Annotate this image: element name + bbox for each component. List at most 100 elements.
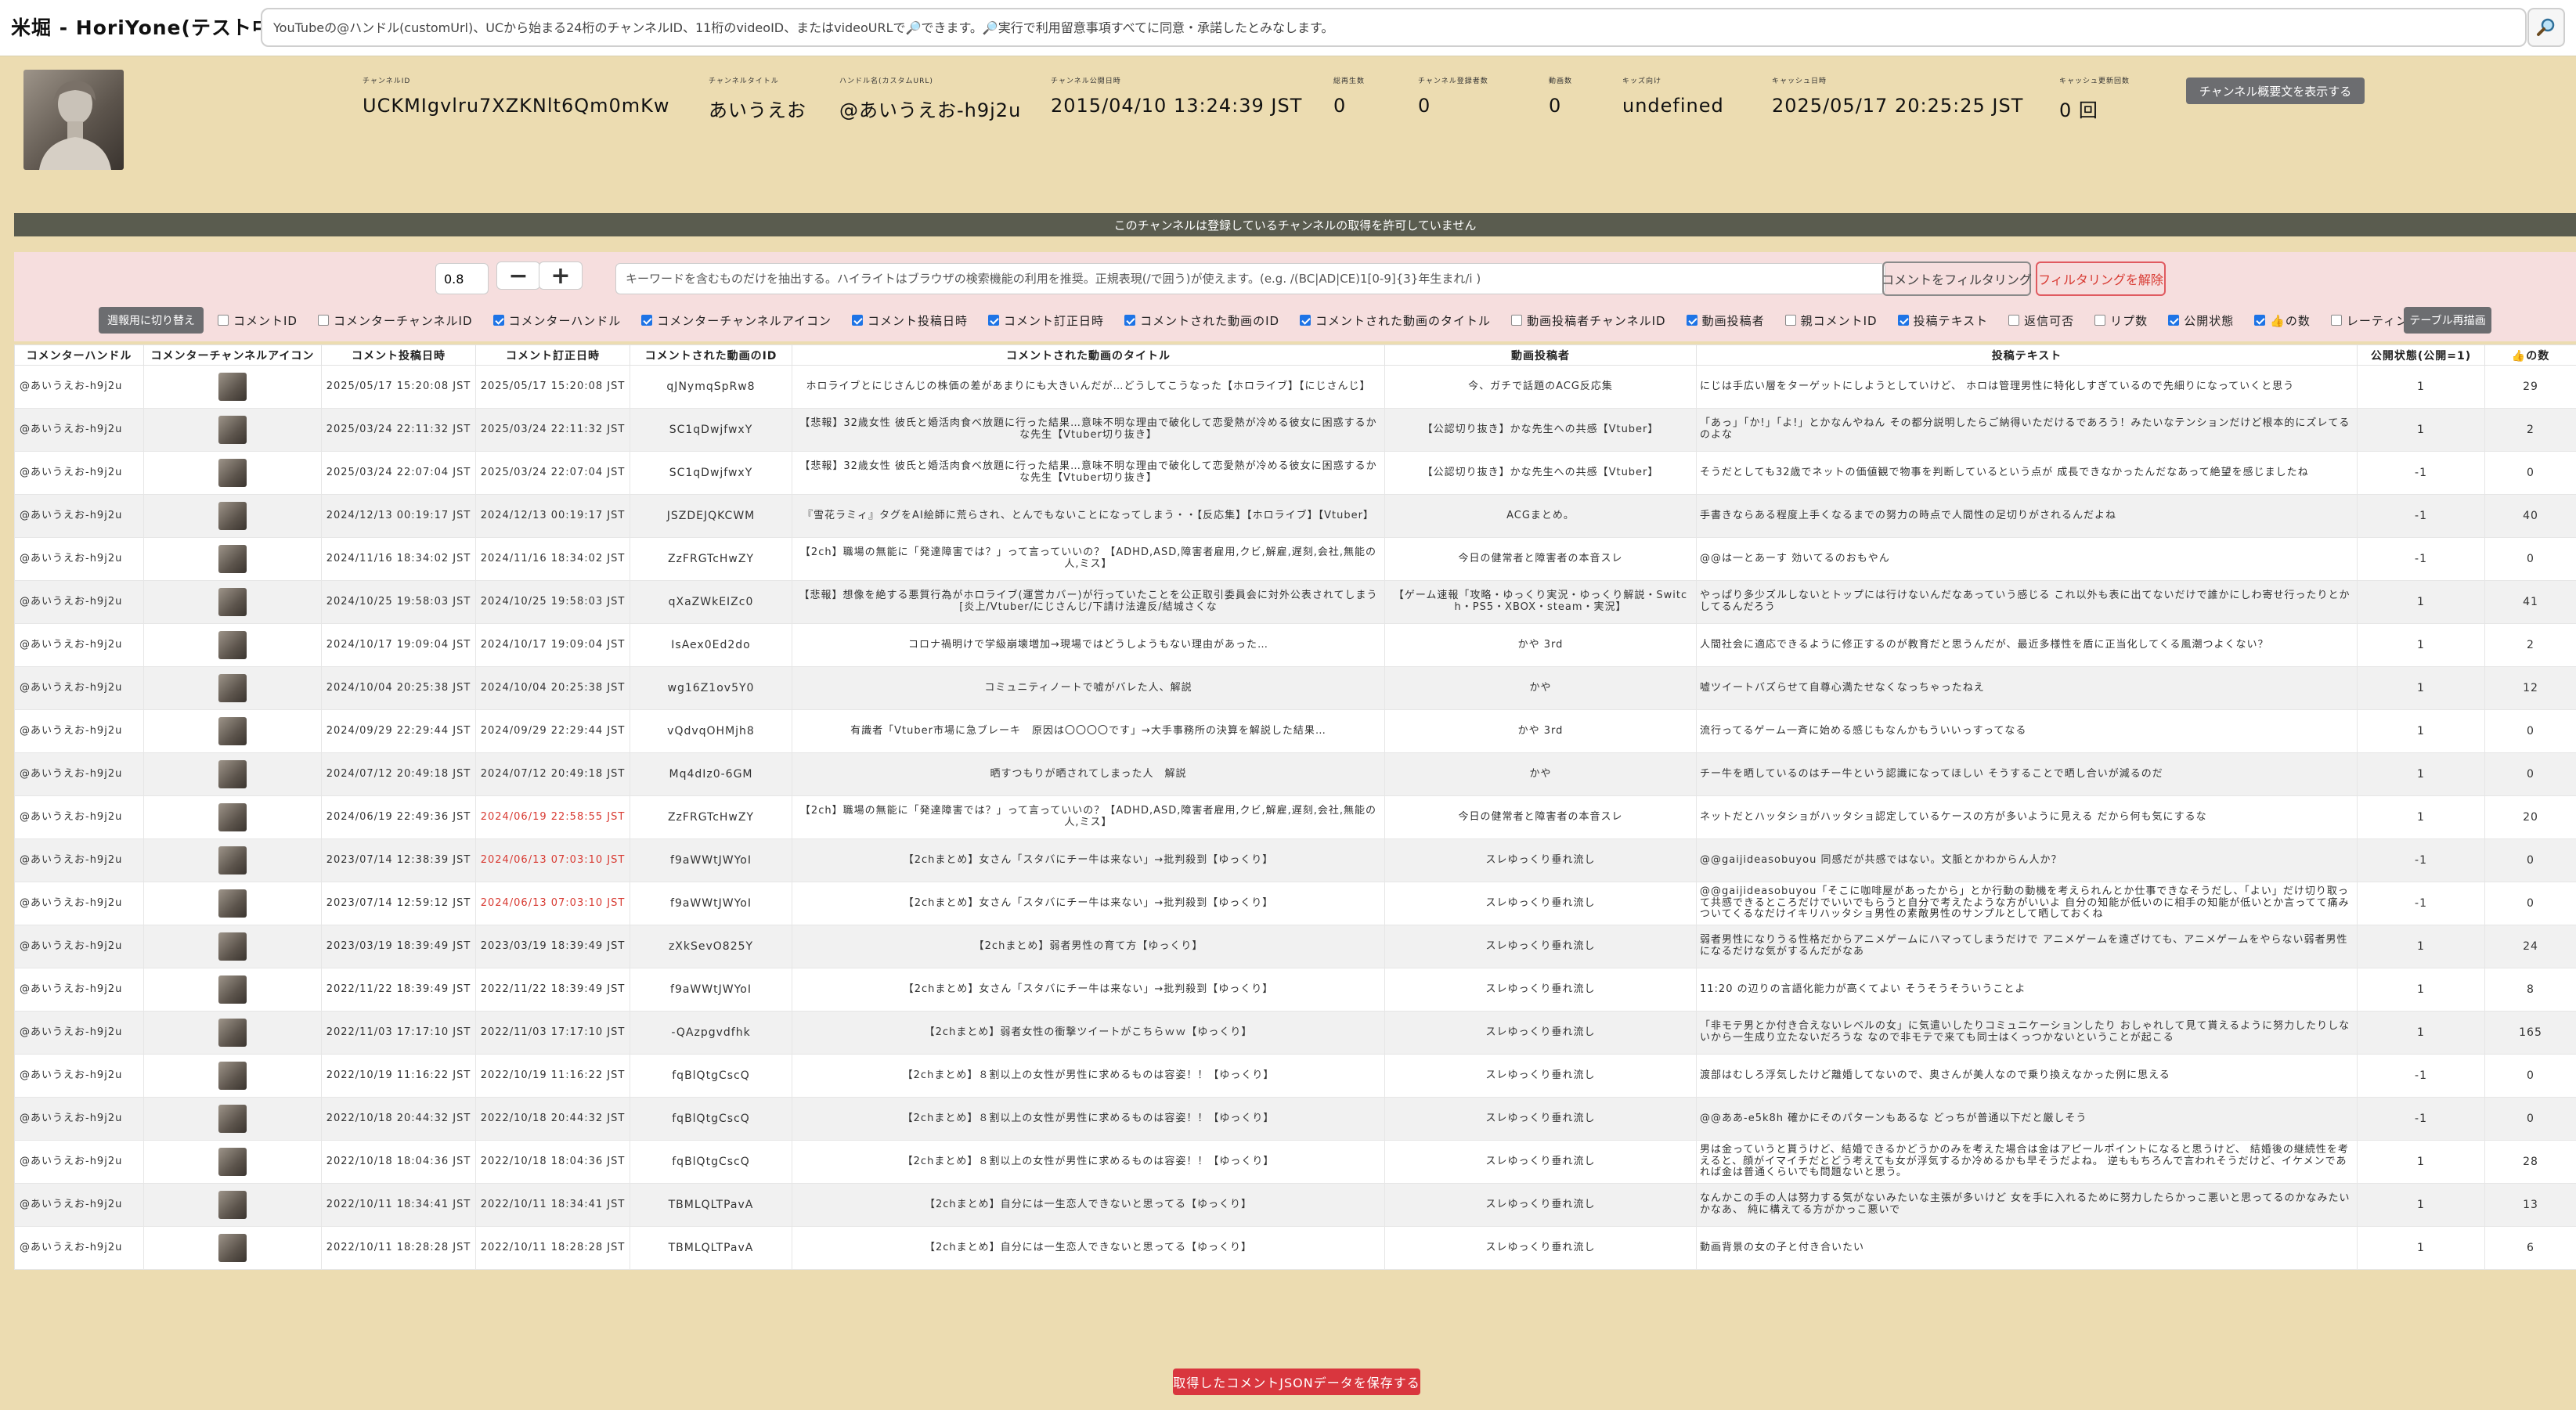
cell-video-id: f9aWWtJWYoI xyxy=(630,838,792,882)
toggle-edited-time[interactable]: コメント訂正日時 xyxy=(988,312,1104,329)
toggle-reply-count[interactable]: リプ数 xyxy=(2094,312,2148,329)
cell-likes: 165 xyxy=(2484,1011,2576,1055)
threshold-input[interactable] xyxy=(435,263,489,294)
cell-icon xyxy=(143,365,322,409)
commenter-avatar[interactable] xyxy=(218,674,247,702)
cell-video-id: f9aWWtJWYoI xyxy=(630,968,792,1012)
commenter-avatar[interactable] xyxy=(218,1105,247,1133)
show-description-button[interactable]: チャンネル概要文を表示する xyxy=(2186,78,2365,104)
col-header[interactable]: 動画投稿者 xyxy=(1384,344,1697,366)
checkbox[interactable] xyxy=(1897,315,1909,326)
col-header[interactable]: 公開状態(公開=1) xyxy=(2357,344,2485,366)
toggle-can-reply[interactable]: 返信可否 xyxy=(2008,312,2074,329)
toggle-label: コメントID xyxy=(233,313,298,328)
toggle-text[interactable]: 投稿テキスト xyxy=(1897,312,1989,329)
checkbox[interactable] xyxy=(317,315,329,326)
col-header[interactable]: 投稿テキスト xyxy=(1696,344,2358,366)
commenter-avatar[interactable] xyxy=(218,459,247,487)
commenter-avatar[interactable] xyxy=(218,502,247,530)
checkbox[interactable] xyxy=(218,315,229,326)
cell-video-id: Mq4dIz0-6GM xyxy=(630,752,792,796)
search-input[interactable] xyxy=(262,9,2525,45)
col-header[interactable]: コメンターチャンネルアイコン xyxy=(143,344,322,366)
redraw-table-button[interactable]: テーブル再描画 xyxy=(2404,307,2491,334)
toggle-commenter-channel-id[interactable]: コメンターチャンネルID xyxy=(317,312,473,329)
checkbox[interactable] xyxy=(988,315,1000,326)
checkbox[interactable] xyxy=(1784,315,1796,326)
cell-video-title: 晒すつもりが晒されてしまった人 解説 xyxy=(792,752,1385,796)
save-json-button[interactable]: 取得したコメントJSONデータを保存する xyxy=(1173,1369,1420,1395)
col-header[interactable]: コメントされた動画のタイトル xyxy=(792,344,1385,366)
cell-icon xyxy=(143,666,322,710)
toggle-uploader-channel-id[interactable]: 動画投稿者チャンネルID xyxy=(1511,312,1666,329)
commenter-avatar[interactable] xyxy=(218,373,247,401)
checkbox[interactable] xyxy=(852,315,864,326)
cell-likes: 2 xyxy=(2484,408,2576,452)
toggle-label: 動画投稿者チャンネルID xyxy=(1527,313,1666,328)
col-header[interactable]: コメント投稿日時 xyxy=(321,344,476,366)
toggle-video-title[interactable]: コメントされた動画のタイトル xyxy=(1300,312,1491,329)
keyword-filter-input[interactable] xyxy=(615,263,1885,294)
toggle-comment-id[interactable]: コメントID xyxy=(218,312,298,329)
increase-button[interactable]: + xyxy=(539,261,583,290)
commenter-avatar[interactable] xyxy=(218,760,247,788)
commenter-avatar[interactable] xyxy=(218,1191,247,1219)
channel-id-field: チャンネルID UCKMIgvlru7XZKNlt6Qm0mKw xyxy=(363,75,670,117)
cell-uploader: スレゆっくり垂れ流し xyxy=(1384,1140,1697,1184)
toggle-posted-time[interactable]: コメント投稿日時 xyxy=(852,312,968,329)
commenter-avatar[interactable] xyxy=(218,1062,247,1090)
checkbox[interactable] xyxy=(2330,315,2342,326)
checkbox[interactable] xyxy=(1511,315,1523,326)
toggle-uploader[interactable]: 動画投稿者 xyxy=(1686,312,1765,329)
checkbox[interactable] xyxy=(492,315,504,326)
commenter-avatar[interactable] xyxy=(218,975,247,1004)
commenter-avatar[interactable] xyxy=(218,416,247,444)
filter-comments-button[interactable]: コメントをフィルタリング xyxy=(1881,261,2032,296)
decrease-button[interactable]: − xyxy=(496,261,540,290)
checkbox[interactable] xyxy=(1124,315,1136,326)
cell-video-id: f9aWWtJWYoI xyxy=(630,882,792,925)
toggle-parent-comment-id[interactable]: 親コメントID xyxy=(1784,312,1878,329)
commenter-avatar[interactable] xyxy=(218,631,247,659)
cell-edited-time: 2022/11/03 17:17:10 JST xyxy=(475,1011,630,1055)
commenter-avatar[interactable] xyxy=(218,1148,247,1176)
commenter-avatar[interactable] xyxy=(218,1019,247,1047)
col-header[interactable]: 👍の数 xyxy=(2484,344,2576,366)
toggle-commenter-handle[interactable]: コメンターハンドル xyxy=(492,312,622,329)
weekly-mode-button[interactable]: 週報用に切り替え xyxy=(99,307,204,334)
clear-filter-button[interactable]: フィルタリングを解除 xyxy=(2036,261,2166,296)
commenter-avatar[interactable] xyxy=(218,803,247,831)
checkbox[interactable] xyxy=(2008,315,2020,326)
cell-icon xyxy=(143,795,322,839)
cell-video-title: 【2chまとめ】自分には一生恋人できないと思ってる【ゆっくり】 xyxy=(792,1183,1385,1227)
col-header[interactable]: コメントされた動画のID xyxy=(630,344,792,366)
checkbox[interactable] xyxy=(2168,315,2180,326)
commenter-avatar[interactable] xyxy=(218,889,247,918)
col-header[interactable]: コメンターハンドル xyxy=(14,344,144,366)
toggle-video-id[interactable]: コメントされた動画のID xyxy=(1124,312,1279,329)
col-header[interactable]: コメント訂正日時 xyxy=(475,344,630,366)
commenter-avatar[interactable] xyxy=(218,846,247,874)
commenter-avatar[interactable] xyxy=(218,545,247,573)
toggle-public-status[interactable]: 公開状態 xyxy=(2168,312,2234,329)
toggle-label: コメント訂正日時 xyxy=(1004,313,1105,328)
commenter-avatar[interactable] xyxy=(218,932,247,961)
cell-icon xyxy=(143,838,322,882)
channel-published-field: チャンネル公開日時 2015/04/10 13:24:39 JST xyxy=(1051,75,1302,117)
commenter-avatar[interactable] xyxy=(218,588,247,616)
toggle-like-count[interactable]: 👍の数 xyxy=(2254,312,2311,329)
commenter-avatar[interactable] xyxy=(218,717,247,745)
checkbox[interactable] xyxy=(1300,315,1311,326)
cell-video-title: 【悲報】32歳女性 彼氏と婚活肉食べ放題に行った結果…意味不明な理由で破化して恋… xyxy=(792,408,1385,452)
checkbox[interactable] xyxy=(2254,315,2266,326)
search-box[interactable] xyxy=(261,8,2527,47)
search-button[interactable] xyxy=(2527,8,2565,47)
checkbox[interactable] xyxy=(2094,315,2106,326)
checkbox[interactable] xyxy=(641,315,653,326)
commenter-avatar[interactable] xyxy=(218,1234,247,1262)
cell-icon xyxy=(143,1140,322,1184)
table-row: @あいうえお-h9j2u 2022/10/11 18:34:41 JST 2022/… xyxy=(14,1183,2576,1227)
cell-public-status: 1 xyxy=(2357,925,2485,968)
toggle-commenter-icon[interactable]: コメンターチャンネルアイコン xyxy=(641,312,832,329)
checkbox[interactable] xyxy=(1686,315,1697,326)
